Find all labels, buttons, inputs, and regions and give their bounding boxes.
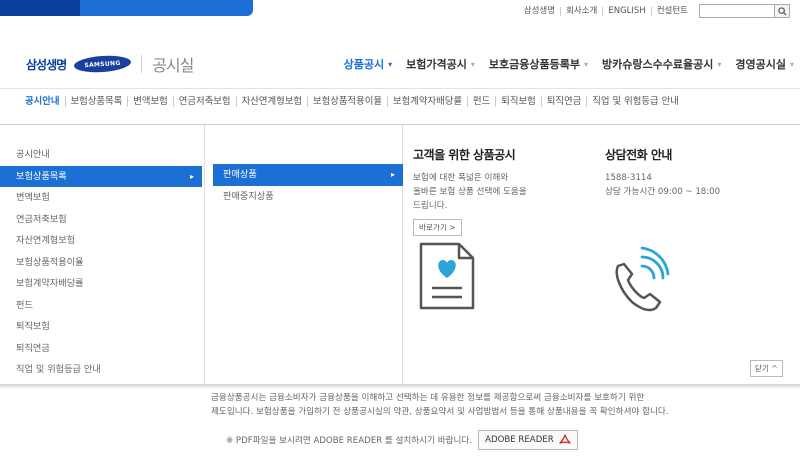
panel-title: 상담전화 안내: [605, 148, 672, 162]
util-link-samsunglife[interactable]: 삼성생명: [519, 6, 560, 16]
goto-button[interactable]: 바로가기 >: [413, 219, 462, 236]
panel-desc-line: 올바른 보험 상품 선택에 도움을: [413, 187, 527, 197]
category-list: 공시안내 보험상품목록 ▸ 변액보험 연금저축보험 자산연계형보험 보험상품적용이…: [0, 144, 202, 381]
chevron-down-icon: ▾: [470, 59, 475, 69]
gnb-item-protected-products[interactable]: 보호금융상품등록부 ▾: [489, 56, 588, 72]
brand-area: 삼성생명 SAMSUNG 공시실: [26, 52, 194, 76]
adobe-reader-button[interactable]: ADOBE READER: [478, 430, 578, 450]
mega-menu-column-1: 공시안내 보험상품목록 ▸ 변액보험 연금저축보험 자산연계형보험 보험상품적용이…: [0, 125, 205, 385]
phone-icon: [608, 244, 670, 317]
submenu-item-label: 판매상품: [223, 169, 257, 180]
top-accent-bar: [0, 0, 253, 16]
notice-line: 금융상품공시는 금융소비자가 금융상품을 이해하고 선택하는 데 유용한 정보를…: [211, 393, 645, 403]
panel-description: 보험에 대한 폭넓은 이해와 올바른 보험 상품 선택에 도움을 드립니다.: [413, 171, 583, 213]
lnb-item[interactable]: 공시안내: [25, 96, 65, 107]
lnb-item[interactable]: 펀드: [466, 96, 495, 107]
submenu-item-selected[interactable]: 판매상품 ▸: [213, 164, 403, 186]
menu-item[interactable]: 펀드: [0, 295, 202, 317]
pdf-notice-text: ※ PDF파일을 보시려면 ADOBE READER 를 설치하시기 바랍니다.: [226, 436, 473, 446]
util-link-english[interactable]: ENGLISH: [602, 6, 650, 16]
search-input[interactable]: [699, 4, 775, 18]
gnb-item-bancassurance[interactable]: 방카슈랑스수수료율공시 ▾: [602, 56, 721, 72]
gnb-label: 보호금융상품등록부: [488, 58, 581, 71]
util-link-company[interactable]: 회사소개: [560, 6, 602, 16]
panel-desc-line: 드립니다.: [413, 201, 448, 211]
menu-item[interactable]: 보험계약자배당률: [0, 273, 202, 295]
lnb-item[interactable]: 연금저축보험: [172, 96, 236, 107]
brand-divider: [141, 55, 143, 73]
util-link-consultant[interactable]: 컨설턴트: [650, 6, 693, 16]
customer-disclosure-panel: 고객을 위한 상품공시 보험에 대한 폭넓은 이해와 올바른 보험 상품 선택에…: [413, 146, 583, 236]
mega-menu-bottom-shadow: [0, 384, 800, 389]
notice-line: 제도입니다. 보험상품을 가입하기 전 상품공시실의 약관, 상품요약서 및 사…: [211, 407, 669, 417]
chevron-right-icon: ▸: [189, 171, 194, 181]
pdf-icon: [559, 434, 571, 444]
lnb-item[interactable]: 직업 및 위험등급 안내: [586, 96, 684, 107]
subcategory-list: 판매상품 ▸ 판매중지상품: [213, 164, 403, 207]
gnb-label: 방카슈랑스수수료율공시: [602, 58, 714, 71]
search-box: [699, 4, 790, 18]
menu-item-selected[interactable]: 보험상품목록 ▸: [0, 165, 202, 187]
submenu-item[interactable]: 판매중지상품: [213, 186, 403, 208]
menu-item[interactable]: 보험상품적용이율: [0, 252, 202, 274]
document-heart-icon: [417, 240, 479, 315]
lnb-item[interactable]: 자산연계형보험: [235, 96, 307, 107]
menu-item[interactable]: 자산연계형보험: [0, 230, 202, 252]
adobe-reader-label: ADOBE READER: [485, 435, 554, 445]
phone-number: 1588-3114: [605, 173, 652, 183]
chevron-down-icon: ▾: [789, 59, 794, 69]
accent-light: [80, 0, 253, 16]
accent-dark: [0, 0, 80, 16]
panel-desc-line: 보험에 대한 폭넓은 이해와: [413, 173, 509, 183]
menu-item[interactable]: 연금저축보험: [0, 209, 202, 231]
company-logo-text[interactable]: 삼성생명: [26, 56, 67, 73]
lnb-item[interactable]: 퇴직연금: [540, 96, 587, 107]
disclosure-notice: 금융상품공시는 금융소비자가 금융상품을 이해하고 선택하는 데 유용한 정보를…: [211, 391, 791, 419]
gnb-item-price-disclosure[interactable]: 보험가격공시 ▾: [406, 56, 475, 72]
panel-title: 고객을 위한 상품공시: [413, 148, 516, 162]
menu-item[interactable]: 공시안내: [0, 144, 202, 166]
menu-item[interactable]: 퇴직연금: [0, 338, 202, 360]
menu-item[interactable]: 변액보험: [0, 187, 202, 209]
close-mega-menu-button[interactable]: 닫기 ^: [750, 360, 783, 377]
gnb-label: 상품공시: [343, 58, 385, 71]
consult-hours: 상담 가능시간 09:00 ~ 18:00: [605, 187, 721, 197]
gnb-label: 보험가격공시: [406, 58, 467, 71]
local-nav: 공시안내 보험상품목록 변액보험 연금저축보험 자산연계형보험 보험상품적용이율…: [25, 96, 684, 107]
lnb-item[interactable]: 보험계약자배당률: [386, 96, 467, 107]
chevron-down-icon: ▾: [584, 59, 589, 69]
panel-description: 1588-3114 상담 가능시간 09:00 ~ 18:00: [605, 171, 785, 199]
menu-item-label: 보험상품목록: [16, 170, 67, 182]
chevron-down-icon: ▾: [388, 59, 393, 69]
consult-phone-panel: 상담전화 안내 1588-3114 상담 가능시간 09:00 ~ 18:00: [605, 146, 785, 199]
lnb-item[interactable]: 보험상품목록: [64, 96, 128, 107]
lnb-divider: [0, 88, 800, 89]
search-icon: [777, 6, 787, 16]
mega-menu-column-2: 판매상품 ▸ 판매중지상품: [205, 125, 403, 385]
page-title: 공시실: [152, 56, 194, 75]
global-nav: 상품공시 ▾ 보험가격공시 ▾ 보호금융상품등록부 ▾ 방카슈랑스수수료율공시 ▾ 경영…: [330, 56, 794, 72]
lnb-item[interactable]: 변액보험: [127, 96, 173, 107]
utility-nav: 삼성생명 회사소개 ENGLISH 컨설턴트: [519, 3, 790, 19]
pdf-reader-notice: ※ PDF파일을 보시려면 ADOBE READER 를 설치하시기 바랍니다.…: [226, 430, 578, 450]
gnb-label: 경영공시실: [735, 58, 786, 71]
menu-item[interactable]: 직업 및 위험등급 안내: [0, 359, 202, 381]
chevron-down-icon: ▾: [717, 59, 722, 69]
gnb-item-management[interactable]: 경영공시실 ▾: [735, 56, 794, 72]
menu-item[interactable]: 퇴직보험: [0, 316, 202, 338]
lnb-item[interactable]: 퇴직보험: [495, 96, 541, 107]
samsung-logo: SAMSUNG: [73, 54, 132, 74]
search-button[interactable]: [775, 4, 790, 18]
gnb-item-product-disclosure[interactable]: 상품공시 ▾: [344, 56, 393, 72]
chevron-right-icon: ▸: [390, 170, 395, 179]
lnb-item[interactable]: 보험상품적용이율: [306, 96, 387, 107]
